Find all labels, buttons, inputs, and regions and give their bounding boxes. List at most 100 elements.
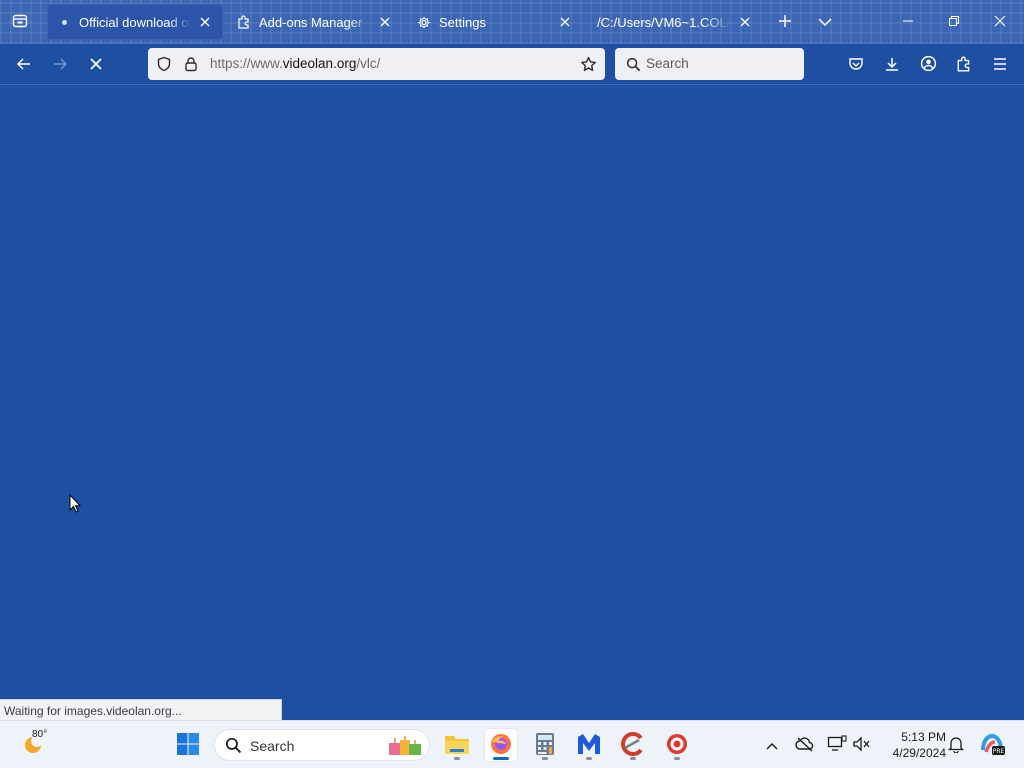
- network-display-icon: [827, 734, 847, 756]
- search-icon: [225, 737, 242, 757]
- show-hidden-icons-button[interactable]: [761, 734, 783, 756]
- app-menu-button[interactable]: [988, 53, 1012, 77]
- running-indicator: [454, 757, 460, 760]
- firefox-view-icon: [12, 13, 28, 32]
- gear-icon: [417, 15, 431, 29]
- tracking-protection-shield-icon[interactable]: [155, 55, 173, 73]
- firefox-icon: [489, 732, 513, 759]
- taskbar-malwarebytes[interactable]: [573, 729, 605, 761]
- clock-time: 5:13 PM: [901, 730, 946, 744]
- close-icon: [994, 15, 1006, 30]
- close-icon: [89, 57, 103, 74]
- minimize-icon: [902, 15, 914, 30]
- address-bar[interactable]: https://www.videolan.org/vlc/: [148, 48, 605, 80]
- notifications-button[interactable]: [945, 734, 967, 756]
- account-button[interactable]: [916, 53, 940, 77]
- back-button[interactable]: [11, 52, 37, 78]
- taskbar-search-box[interactable]: Search: [214, 729, 430, 761]
- taskbar-file-explorer[interactable]: [441, 729, 473, 761]
- hamburger-menu-icon: [992, 57, 1008, 74]
- system-clock[interactable]: 5:13 PM 4/29/2024: [880, 729, 946, 761]
- chevron-up-icon: [766, 738, 778, 753]
- tab-title: Add-ons Manager: [259, 14, 363, 30]
- bookmark-star-icon[interactable]: [579, 55, 597, 73]
- account-icon: [920, 55, 937, 75]
- close-icon[interactable]: [197, 14, 213, 30]
- copilot-pre-icon: PRE: [979, 732, 1005, 759]
- navigation-toolbar: https://www.videolan.org/vlc/ Search: [0, 44, 1024, 85]
- new-tab-button[interactable]: [773, 11, 797, 33]
- close-icon[interactable]: [737, 14, 753, 30]
- puzzle-icon: [956, 56, 972, 75]
- arrow-right-icon: [52, 56, 68, 75]
- app-red-circle-icon: [665, 732, 689, 759]
- stop-loading-button[interactable]: [83, 52, 109, 78]
- clock-date: 4/29/2024: [892, 746, 946, 760]
- taskbar-calculator[interactable]: [529, 729, 561, 761]
- search-icon: [624, 55, 642, 73]
- start-button[interactable]: [172, 729, 204, 761]
- weather-widget[interactable]: 80°: [20, 729, 60, 761]
- downloads-button[interactable]: [880, 53, 904, 77]
- forward-button[interactable]: [47, 52, 73, 78]
- close-window-button[interactable]: [982, 8, 1018, 36]
- arrow-left-icon: [16, 56, 32, 75]
- tray-network[interactable]: [826, 734, 848, 756]
- windows-logo-icon: [176, 732, 200, 759]
- taskbar-search-placeholder: Search: [250, 738, 295, 754]
- folder-icon: [444, 733, 470, 758]
- search-highlight-gifts-icon: [387, 734, 423, 761]
- speaker-muted-icon: [852, 735, 872, 755]
- restore-icon: [948, 15, 960, 30]
- firefox-view-button[interactable]: [8, 11, 32, 33]
- malwarebytes-icon: [576, 732, 602, 759]
- weather-temperature: 80°: [32, 729, 48, 740]
- close-icon[interactable]: [377, 14, 393, 30]
- download-icon: [884, 56, 900, 75]
- tab-settings[interactable]: Settings: [407, 4, 583, 40]
- tab-title: /C:/Users/VM6~1.COL/AppData: [597, 14, 731, 30]
- svg-text:PRE: PRE: [993, 748, 1005, 755]
- chevron-down-icon: [818, 15, 832, 30]
- copilot-button[interactable]: PRE: [976, 729, 1008, 761]
- url-text[interactable]: https://www.videolan.org/vlc/: [210, 56, 380, 71]
- running-indicator: [674, 757, 680, 760]
- restore-button[interactable]: [936, 8, 972, 36]
- tab-vlc-download[interactable]: Official download of VLC: [47, 4, 223, 40]
- active-indicator: [493, 757, 509, 760]
- url-domain: videolan.org: [282, 56, 357, 71]
- calculator-icon: [535, 732, 555, 759]
- status-panel: Waiting for images.videolan.org...: [0, 699, 282, 721]
- pocket-button[interactable]: [844, 53, 868, 77]
- page-content-loading: [0, 86, 1024, 720]
- pocket-icon: [848, 56, 864, 75]
- taskbar-ccleaner[interactable]: [617, 729, 649, 761]
- tray-onedrive[interactable]: [794, 734, 816, 756]
- cloud-offline-icon: [795, 736, 815, 755]
- tab-addons-manager[interactable]: Add-ons Manager: [227, 4, 403, 40]
- list-all-tabs-button[interactable]: [813, 11, 837, 33]
- taskbar-firefox[interactable]: [485, 729, 517, 761]
- loading-dot-icon: [57, 15, 71, 29]
- tab-local-file[interactable]: /C:/Users/VM6~1.COL/AppData: [587, 4, 763, 40]
- ccleaner-icon: [621, 731, 645, 759]
- bell-icon: [947, 735, 965, 756]
- running-indicator: [630, 757, 636, 760]
- tab-title: Official download of VLC: [79, 14, 191, 30]
- taskbar-app-red-circle[interactable]: [661, 729, 693, 761]
- tab-strip: Official download of VLC Add-ons Manager…: [0, 0, 1024, 44]
- close-icon[interactable]: [557, 14, 573, 30]
- search-placeholder: Search: [646, 56, 689, 71]
- url-prefix: https://www.: [210, 56, 283, 71]
- mouse-cursor-icon: [69, 493, 82, 513]
- plus-icon: [778, 14, 792, 31]
- lock-icon[interactable]: [182, 55, 200, 73]
- search-bar[interactable]: Search: [615, 48, 804, 80]
- minimize-button[interactable]: [890, 8, 926, 36]
- tray-volume[interactable]: [851, 734, 873, 756]
- running-indicator: [542, 757, 548, 760]
- puzzle-icon: [237, 15, 251, 29]
- url-path: /vlc/: [356, 56, 381, 71]
- running-indicator: [586, 757, 592, 760]
- extensions-button[interactable]: [952, 53, 976, 77]
